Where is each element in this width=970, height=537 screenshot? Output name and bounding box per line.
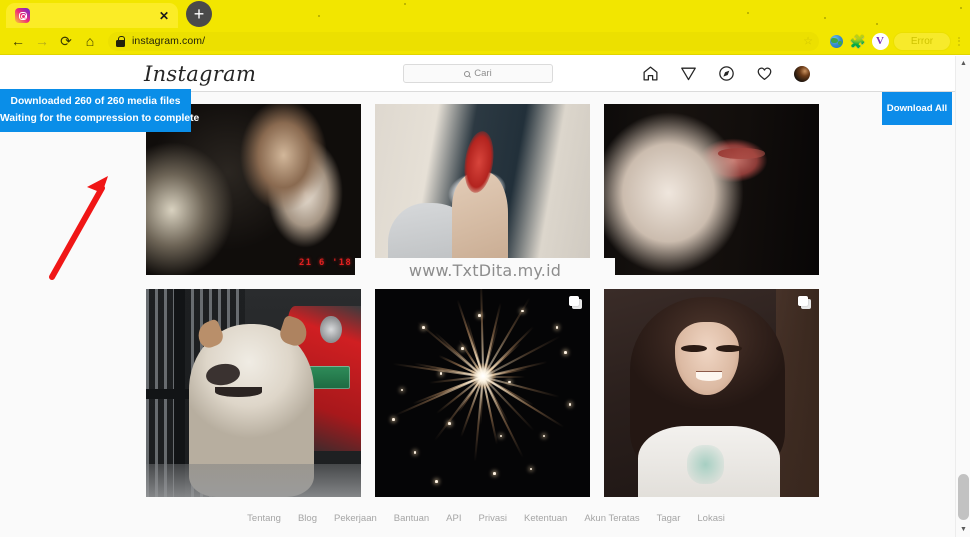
scroll-up-arrow-icon[interactable]: ▲ <box>956 56 970 71</box>
footer-link[interactable]: API <box>446 513 461 524</box>
footer-link[interactable]: Ketentuan <box>524 513 567 524</box>
forward-icon[interactable]: → <box>30 30 54 52</box>
footer-link[interactable]: Bantuan <box>394 513 429 524</box>
activity-heart-icon[interactable] <box>756 65 773 82</box>
bookmark-star-icon[interactable]: ☆ <box>803 35 813 48</box>
reload-icon[interactable]: ⟳ <box>54 30 78 52</box>
post-thumbnail <box>375 289 590 497</box>
instagram-nav <box>642 65 810 82</box>
explore-compass-icon[interactable] <box>718 65 735 82</box>
puzzle-extensions-icon[interactable]: 🧩 <box>847 30 869 52</box>
carousel-multi-post-icon <box>798 296 811 309</box>
search-placeholder: Cari <box>474 68 492 79</box>
annotation-arrow-icon <box>49 176 108 280</box>
close-icon[interactable]: ✕ <box>156 8 172 24</box>
globe-icon[interactable] <box>825 30 847 52</box>
footer-link[interactable]: Lokasi <box>697 513 724 524</box>
instagram-logo[interactable]: Instagram <box>144 62 256 86</box>
browser-toolbar: ← → ⟳ ⌂ instagram.com/ ☆ 🧩 V Error <box>0 28 970 55</box>
download-all-button[interactable]: Download All <box>882 92 952 125</box>
footer-link[interactable]: Akun Teratas <box>584 513 639 524</box>
scroll-down-arrow-icon[interactable]: ▼ <box>956 522 970 537</box>
footer-links: Tentang Blog Pekerjaan Bantuan API Priva… <box>146 513 826 524</box>
post-thumbnail <box>604 104 819 275</box>
video-downloader-extension-icon[interactable]: V <box>869 30 891 52</box>
instagram-footer: Tentang Blog Pekerjaan Bantuan API Priva… <box>146 513 826 537</box>
home-icon[interactable]: ⌂ <box>78 30 102 52</box>
tab-strip: ✕ + <box>0 0 970 28</box>
new-tab-button[interactable]: + <box>186 1 212 27</box>
post-fireworks[interactable] <box>375 289 590 497</box>
browser-tab-instagram[interactable]: ✕ <box>6 3 178 28</box>
page-viewport: Instagram Cari 21 6 '18 Tentang Blog Pek… <box>0 56 970 537</box>
post-thumbnail <box>604 289 819 497</box>
scrollbar-thumb[interactable] <box>958 474 969 520</box>
search-input[interactable]: Cari <box>403 64 553 83</box>
post-thumbnail <box>146 289 361 497</box>
download-status-toast: Downloaded 260 of 260 media files Waitin… <box>0 89 200 132</box>
url-text: instagram.com/ <box>132 35 206 47</box>
footer-link[interactable]: Tagar <box>657 513 681 524</box>
browser-menu-icon[interactable] <box>952 36 966 46</box>
photo-datestamp: 21 6 '18 <box>299 258 352 268</box>
search-icon <box>464 70 471 77</box>
toast-line-waiting: Waiting for the compression to complete <box>0 113 200 124</box>
profile-photo-grid: 21 6 '18 Tentang Blog Pekerjaan Bantuan … <box>144 104 826 537</box>
carousel-multi-post-icon <box>569 296 582 309</box>
post-red-lips-finger[interactable] <box>375 104 590 275</box>
lock-icon <box>116 35 125 47</box>
toast-line-downloaded: Downloaded 260 of 260 media files <box>10 96 181 107</box>
profile-avatar[interactable] <box>794 65 810 82</box>
back-icon[interactable]: ← <box>6 30 30 52</box>
footer-link[interactable]: Pekerjaan <box>334 513 377 524</box>
watermark-backdrop <box>355 258 615 280</box>
home-icon[interactable] <box>642 65 659 82</box>
instagram-favicon <box>15 8 30 23</box>
post-chow-chow-dog[interactable] <box>146 289 361 497</box>
footer-link[interactable]: Tentang <box>247 513 281 524</box>
post-thumbnail <box>375 104 590 275</box>
post-pale-hand-lips[interactable] <box>604 104 819 275</box>
footer-link[interactable]: Blog <box>298 513 317 524</box>
page-scrollbar[interactable]: ▲ ▼ <box>955 56 970 537</box>
post-smiling-girl[interactable] <box>604 289 819 497</box>
profile-status-pill[interactable]: Error <box>893 31 951 51</box>
address-bar[interactable]: instagram.com/ ☆ <box>108 31 819 51</box>
browser-window: ✕ + ← → ⟳ ⌂ instagram.com/ ☆ 🧩 V Error I… <box>0 0 970 537</box>
direct-message-icon[interactable] <box>680 65 697 82</box>
instagram-header: Instagram Cari <box>0 56 970 92</box>
footer-link[interactable]: Privasi <box>478 513 507 524</box>
